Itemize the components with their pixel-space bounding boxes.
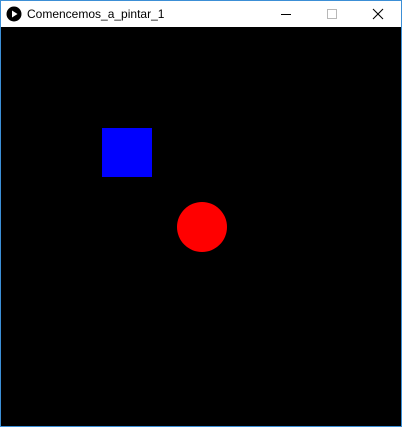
sketch-window: Comencemos_a_pintar_1 (0, 0, 402, 427)
blue-square (102, 128, 152, 177)
maximize-icon (327, 9, 337, 19)
red-circle (177, 202, 227, 252)
minimize-button[interactable] (263, 1, 309, 27)
maximize-button[interactable] (309, 1, 355, 27)
processing-play-icon (6, 6, 22, 22)
close-button[interactable] (355, 1, 401, 27)
minimize-icon (281, 14, 291, 15)
window-title: Comencemos_a_pintar_1 (27, 7, 165, 21)
sketch-canvas (1, 27, 401, 426)
title-bar[interactable]: Comencemos_a_pintar_1 (1, 1, 401, 27)
close-icon (372, 8, 384, 20)
